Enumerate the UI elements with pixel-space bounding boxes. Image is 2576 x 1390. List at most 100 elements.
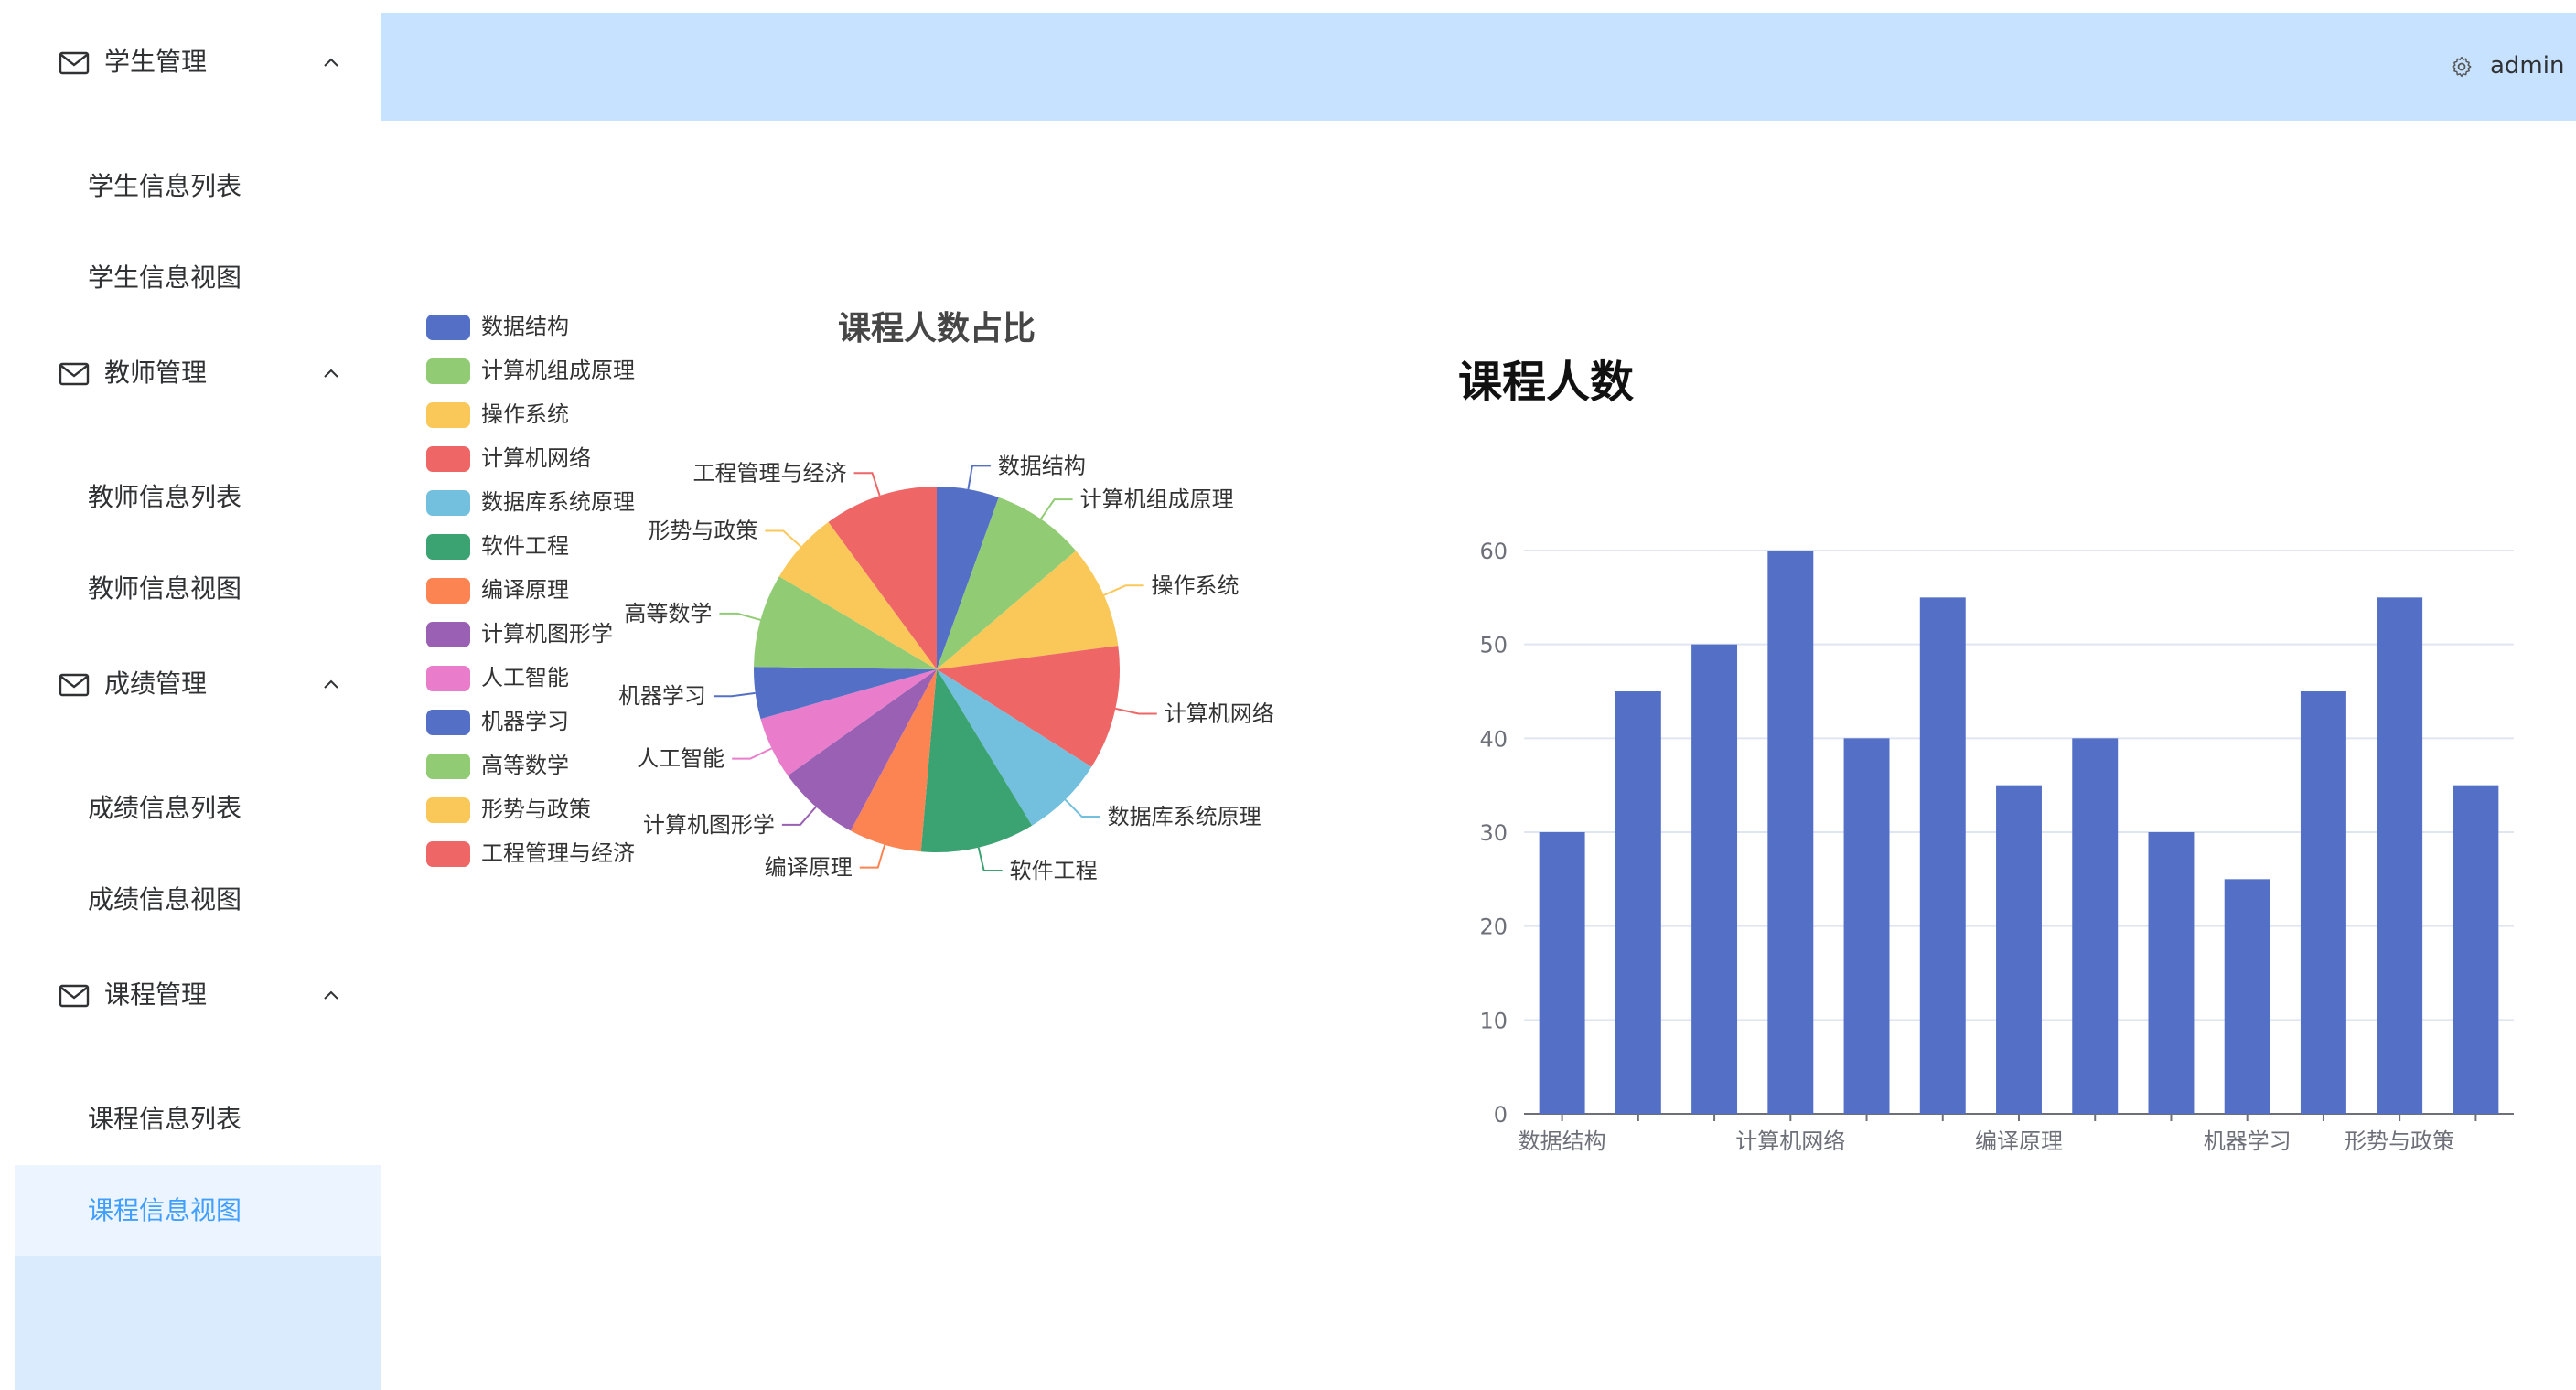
pie-slice-label: 计算机网络 bbox=[1165, 700, 1274, 726]
pie-label-line bbox=[853, 472, 881, 497]
legend-label[interactable]: 操作系统 bbox=[481, 401, 569, 427]
bar[interactable] bbox=[1767, 551, 1814, 1114]
pie-label-line bbox=[1064, 798, 1100, 818]
menu-group-label: 教师管理 bbox=[104, 358, 208, 388]
y-tick-label: 30 bbox=[1479, 820, 1508, 846]
menu-item-label: 课程信息列表 bbox=[88, 1104, 242, 1134]
menu-item[interactable]: 学生信息列表 bbox=[15, 141, 381, 232]
chevron-up-icon bbox=[324, 990, 338, 1000]
bar[interactable] bbox=[2300, 691, 2346, 1114]
legend-label[interactable]: 工程管理与经济 bbox=[481, 840, 635, 866]
mail-icon bbox=[59, 673, 90, 697]
username[interactable]: admin bbox=[2490, 49, 2564, 82]
top-header bbox=[381, 13, 2576, 121]
pie-label-line bbox=[967, 465, 991, 490]
bar[interactable] bbox=[1919, 597, 1966, 1114]
legend-label[interactable]: 计算机图形学 bbox=[481, 621, 613, 647]
pie-label-line bbox=[732, 747, 773, 760]
legend-swatch[interactable] bbox=[426, 666, 470, 691]
x-tick-label: 编译原理 bbox=[1975, 1128, 2063, 1154]
bar[interactable] bbox=[2377, 597, 2423, 1114]
y-tick-label: 0 bbox=[1494, 1102, 1508, 1128]
menu-group-2[interactable]: 教师管理 bbox=[15, 329, 381, 421]
bar[interactable] bbox=[1615, 691, 1661, 1114]
legend-label[interactable]: 软件工程 bbox=[481, 533, 569, 559]
bar[interactable] bbox=[2148, 832, 2195, 1114]
pie-slice-label: 机器学习 bbox=[618, 683, 706, 709]
menu-item[interactable]: 成绩信息列表 bbox=[15, 763, 381, 854]
legend-label[interactable]: 计算机网络 bbox=[481, 445, 591, 471]
legend-swatch[interactable] bbox=[426, 797, 470, 823]
menu-item-label: 成绩信息视图 bbox=[88, 884, 242, 914]
sidebar-footer-area bbox=[15, 1256, 381, 1390]
x-tick-label: 计算机网络 bbox=[1735, 1128, 1845, 1154]
menu-item-label: 教师信息列表 bbox=[88, 482, 242, 512]
pie-slice-label: 工程管理与经济 bbox=[693, 460, 847, 486]
legend-label[interactable]: 高等数学 bbox=[481, 753, 569, 778]
y-tick-label: 60 bbox=[1479, 539, 1508, 564]
bar[interactable] bbox=[1843, 738, 1890, 1114]
x-tick-label: 数据结构 bbox=[1519, 1128, 1606, 1154]
menu-item[interactable]: 学生信息视图 bbox=[15, 232, 381, 324]
pie-label-line bbox=[719, 612, 761, 621]
bar[interactable] bbox=[1996, 785, 2042, 1114]
bar[interactable] bbox=[1539, 832, 1585, 1114]
pie-chart: 数据结构计算机组成原理操作系统计算机网络数据库系统原理软件工程编译原理计算机图形… bbox=[426, 314, 1274, 883]
bar-chart: 0 10 20 30 40 50 60 数据结构 计算机网络 编译原理 机器学习 形势与政策 bbox=[1479, 539, 2514, 1154]
menu-group-3[interactable]: 成绩管理 bbox=[15, 640, 381, 732]
legend-swatch[interactable] bbox=[426, 358, 470, 384]
bar[interactable] bbox=[1691, 644, 1738, 1114]
bar[interactable] bbox=[2072, 738, 2119, 1114]
legend-swatch[interactable] bbox=[426, 446, 470, 472]
pie-slice-label: 人工智能 bbox=[637, 746, 724, 772]
bar[interactable] bbox=[2453, 785, 2499, 1114]
menu-group-label: 成绩管理 bbox=[104, 668, 208, 699]
mail-icon bbox=[59, 362, 90, 386]
legend-swatch[interactable] bbox=[426, 841, 470, 867]
bar[interactable] bbox=[2224, 879, 2270, 1114]
legend-label[interactable]: 计算机组成原理 bbox=[481, 358, 635, 383]
pie-label-line bbox=[1115, 707, 1157, 715]
pie-slice-label: 计算机图形学 bbox=[643, 812, 775, 838]
legend-swatch[interactable] bbox=[426, 578, 470, 604]
legend-swatch[interactable] bbox=[426, 402, 470, 428]
menu-item[interactable]: 成绩信息视图 bbox=[15, 854, 381, 946]
legend-label[interactable]: 形势与政策 bbox=[481, 797, 591, 822]
pie-label-line bbox=[1039, 498, 1073, 520]
pie-slice-label: 数据库系统原理 bbox=[1108, 804, 1261, 829]
legend-swatch[interactable] bbox=[426, 754, 470, 779]
menu-group-label: 学生管理 bbox=[104, 47, 208, 77]
menu-item[interactable]: 教师信息列表 bbox=[15, 452, 381, 543]
gear-icon[interactable] bbox=[2450, 55, 2474, 79]
pie-slice-label: 数据结构 bbox=[998, 453, 1086, 478]
pie-label-line bbox=[765, 529, 802, 548]
pie-label-line bbox=[859, 844, 886, 869]
mail-icon bbox=[59, 51, 90, 75]
x-tick-label: 形势与政策 bbox=[2345, 1128, 2454, 1154]
pie-slice-label: 高等数学 bbox=[624, 601, 712, 626]
legend-label[interactable]: 编译原理 bbox=[481, 577, 569, 603]
x-tick-label: 机器学习 bbox=[2204, 1128, 2292, 1154]
pie-label-line bbox=[977, 847, 1003, 872]
menu-item[interactable]: 教师信息视图 bbox=[15, 543, 381, 635]
menu-group-1[interactable]: 学生管理 bbox=[15, 18, 381, 110]
legend-label[interactable]: 数据结构 bbox=[481, 314, 569, 339]
chevron-up-icon bbox=[324, 679, 338, 689]
legend-swatch[interactable] bbox=[426, 490, 470, 516]
pie-label-line bbox=[713, 691, 756, 698]
menu-item-label: 学生信息视图 bbox=[88, 262, 242, 293]
y-tick-label: 20 bbox=[1479, 914, 1508, 940]
pie-slice-label: 计算机组成原理 bbox=[1080, 486, 1234, 512]
menu-item-label: 课程信息视图 bbox=[88, 1195, 242, 1225]
legend-swatch[interactable] bbox=[426, 315, 470, 340]
legend-swatch[interactable] bbox=[426, 622, 470, 647]
legend-label[interactable]: 人工智能 bbox=[481, 665, 569, 690]
legend-swatch[interactable] bbox=[426, 534, 470, 560]
legend-label[interactable]: 机器学习 bbox=[481, 709, 569, 734]
menu-group-4[interactable]: 课程管理 bbox=[15, 951, 381, 1042]
menu-item[interactable]: 课程信息视图 bbox=[15, 1165, 381, 1256]
legend-label[interactable]: 数据库系统原理 bbox=[481, 489, 635, 515]
legend-swatch[interactable] bbox=[426, 710, 470, 735]
pie-label-line bbox=[781, 806, 817, 826]
menu-item[interactable]: 课程信息列表 bbox=[15, 1074, 381, 1165]
